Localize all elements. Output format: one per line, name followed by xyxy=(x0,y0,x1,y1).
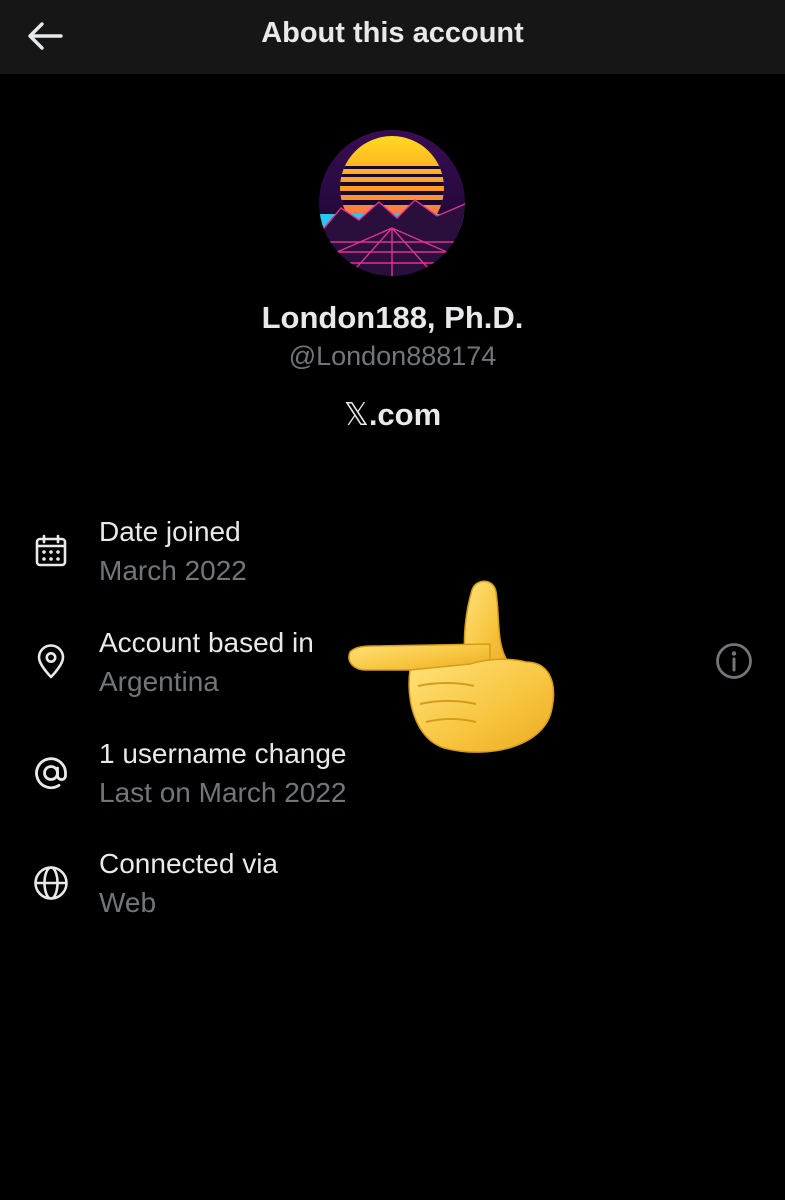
x-logo-icon: 𝕏 xyxy=(343,397,369,433)
calendar-icon xyxy=(32,532,70,570)
top-bar: About this account xyxy=(0,0,785,74)
page-title: About this account xyxy=(261,17,524,49)
detail-value: March 2022 xyxy=(99,555,247,586)
location-pin-icon xyxy=(32,643,70,681)
at-sign-icon xyxy=(32,754,70,792)
detail-title: Date joined xyxy=(99,516,241,547)
detail-title: Connected via xyxy=(99,848,279,879)
location-info-button[interactable] xyxy=(714,641,754,681)
display-name: London188, Ph.D. xyxy=(261,300,524,335)
detail-row-connected-via: Connected via Web xyxy=(0,842,785,932)
detail-title: Account based in xyxy=(99,627,314,658)
detail-value: Last on March 2022 xyxy=(99,777,347,808)
pointing-hand-emoji xyxy=(340,578,560,754)
avatar[interactable] xyxy=(319,130,465,276)
synthwave-sun-avatar-image xyxy=(319,130,465,276)
detail-value: Argentina xyxy=(99,666,219,697)
detail-value: Web xyxy=(99,887,157,918)
brand-domain-suffix: .com xyxy=(368,397,442,432)
username-handle: @London888174 xyxy=(288,341,497,371)
detail-title: 1 username change xyxy=(99,738,347,769)
info-circle-icon xyxy=(716,643,752,679)
brand-label: 𝕏 .com xyxy=(0,397,785,433)
globe-icon xyxy=(32,864,70,902)
